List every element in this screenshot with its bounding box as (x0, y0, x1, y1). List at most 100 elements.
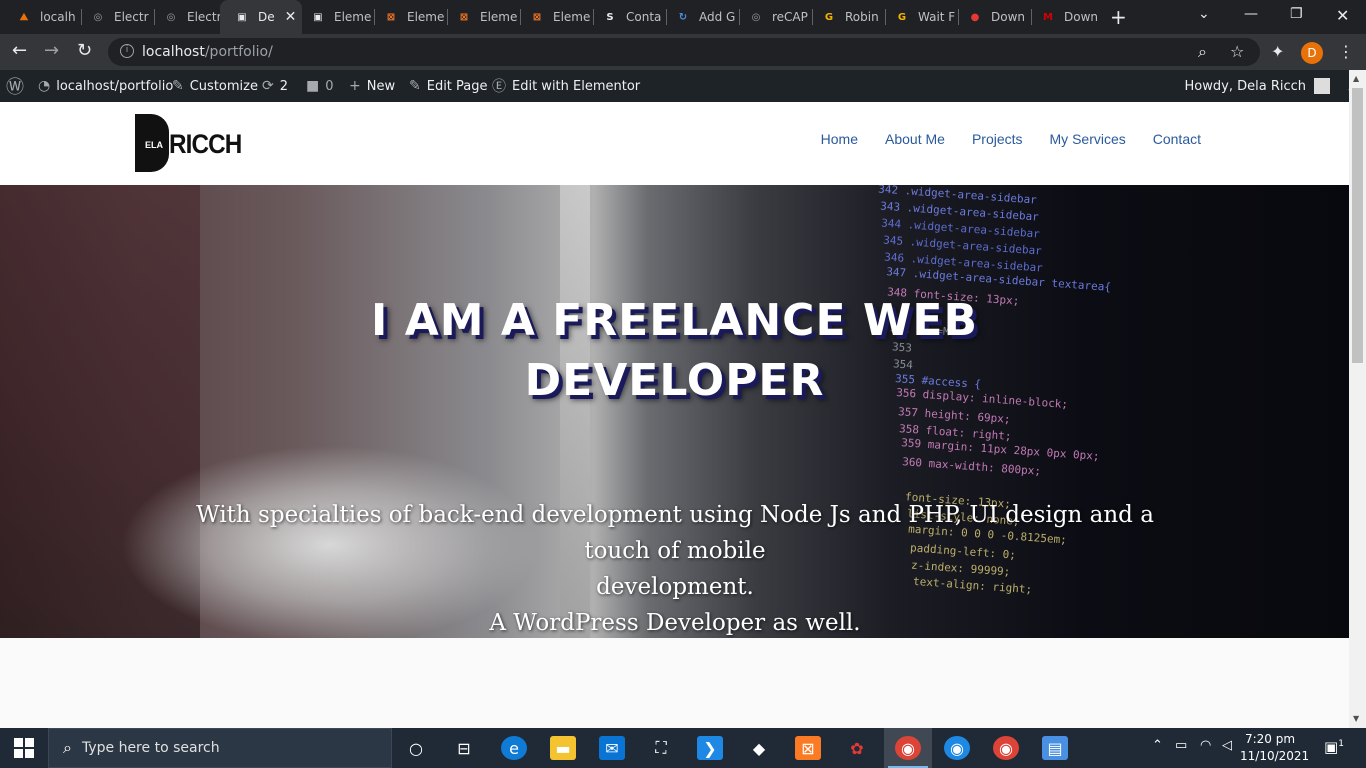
wp-user-avatar (1314, 78, 1330, 94)
browser-tab[interactable]: ◎ reCAP (740, 0, 813, 34)
tray-chevron-icon[interactable]: ⌃ (1152, 738, 1163, 753)
browser-tab[interactable]: ↻ Add G (667, 0, 740, 34)
wp-updates-link[interactable]: ⟳ 2 (262, 70, 288, 102)
browser-tab[interactable]: ⊠ Eleme (521, 0, 594, 34)
nav-contact[interactable]: Contact (1153, 131, 1201, 147)
browser-tab-label: De (258, 10, 275, 24)
browser-tab[interactable]: M Down (1032, 0, 1105, 34)
scroll-up-arrow-icon[interactable]: ▲ (1353, 74, 1359, 83)
browser-tab[interactable]: G Robin (813, 0, 886, 34)
browser-tab[interactable]: ⊠ Eleme (375, 0, 448, 34)
elementor-e-icon: Ⓔ (492, 79, 506, 95)
wp-site-label: localhost/portfolio (56, 78, 174, 94)
browser-tab[interactable]: S Conta (594, 0, 667, 34)
wp-new-link[interactable]: + New (349, 70, 395, 102)
wp-comments-count: 0 (325, 78, 334, 94)
site-info-icon[interactable]: i (120, 44, 134, 58)
back-icon[interactable]: ← (12, 40, 27, 61)
next-section (0, 638, 1349, 728)
nav-about-me[interactable]: About Me (885, 131, 945, 147)
reload-icon[interactable]: ↻ (77, 40, 92, 61)
comment-icon: ■ (306, 78, 320, 94)
wifi-icon[interactable]: ◠ (1200, 738, 1211, 753)
bookmark-star-icon[interactable]: ☆ (1230, 42, 1244, 61)
file-explorer-icon[interactable]: ▬ (550, 736, 576, 760)
address-bar[interactable]: i localhost/portfolio/ ⌕ ☆ (108, 38, 1260, 66)
wp-elementor-link[interactable]: Ⓔ Edit with Elementor (492, 70, 640, 102)
browser-tab-label: Eleme (553, 10, 591, 24)
hero-title: I AM A FREELANCE WEB DEVELOPER (0, 291, 1349, 411)
chrome-profile-icon[interactable]: ◉ (944, 736, 970, 760)
cpanel-icon: ⛰ (19, 11, 29, 23)
browser-tab[interactable]: ⊠ Eleme (448, 0, 521, 34)
system-clock[interactable]: 7:20 pm 11/10/2021 (1240, 731, 1309, 765)
browser-tab[interactable]: ◎ Electr (155, 0, 228, 34)
browser-tab-label: Down (991, 10, 1026, 24)
site-logo[interactable]: ELA RICCH (135, 114, 247, 172)
profile-avatar[interactable]: D (1301, 42, 1323, 64)
browser-tab[interactable]: ▣ De ✕ (220, 0, 302, 34)
volume-icon[interactable]: ◁ (1222, 738, 1232, 753)
edge-icon[interactable]: e (501, 736, 527, 760)
store-icon[interactable]: ⛶ (648, 736, 674, 760)
task-view-icon[interactable]: ⊟ (451, 736, 477, 760)
close-window-icon[interactable]: ✕ (1336, 6, 1349, 25)
close-tab-icon[interactable]: ✕ (285, 9, 297, 25)
app-icon-7[interactable]: ◆ (746, 736, 772, 760)
browser-tab[interactable]: ⛰ localh (8, 0, 82, 34)
cortana-icon[interactable]: ○ (403, 736, 429, 760)
browser-tab[interactable]: ▣ Eleme (302, 0, 375, 34)
chrome-icon[interactable]: ◉ (895, 736, 921, 760)
xampp-taskbar-icon[interactable]: ⊠ (795, 736, 821, 760)
g-icon: G (897, 11, 907, 23)
forward-icon[interactable]: → (44, 40, 59, 61)
wp-edit-page-link[interactable]: ✎ Edit Page (409, 70, 488, 102)
hero-title-line-1: I AM A FREELANCE WEB (371, 295, 978, 346)
browser-tab-label: Conta (626, 10, 662, 24)
scroll-down-arrow-icon[interactable]: ▼ (1353, 714, 1359, 723)
windows-start-icon[interactable] (14, 738, 34, 758)
browser-tab-label: reCAP (772, 10, 808, 24)
extensions-puzzle-icon[interactable]: ✦ (1271, 42, 1284, 61)
logo-ricch-text: RICCH (169, 129, 242, 159)
page-scrollbar[interactable]: ▲ ▼ (1349, 70, 1366, 728)
browser-tab[interactable]: G Wait F (886, 0, 959, 34)
app-icon-13[interactable]: ▤ (1042, 736, 1068, 760)
vscode-icon[interactable]: ❯ (697, 736, 723, 760)
app-icon-9[interactable]: ✿ (844, 736, 870, 760)
browser-tab[interactable]: ◎ Electr (82, 0, 155, 34)
nav-my-services[interactable]: My Services (1050, 131, 1126, 147)
taskbar-search-box[interactable]: ⌕ Type here to search (48, 728, 392, 768)
site-header: ELA RICCH Home About Me Projects My Serv… (0, 102, 1349, 185)
g-icon: G (824, 11, 834, 23)
nav-projects[interactable]: Projects (972, 131, 1023, 147)
wp-site-link[interactable]: ◔ localhost/portfolio (38, 70, 173, 102)
tab-search-icon[interactable]: ⌄ (1198, 6, 1210, 22)
new-tab-button[interactable]: + (1110, 5, 1127, 29)
wp-account-menu[interactable]: Howdy, Dela Ricch (1185, 70, 1330, 102)
nav-home[interactable]: Home (821, 131, 858, 147)
xampp-icon: ⊠ (386, 11, 396, 23)
logo-ela-text: ELA (145, 140, 163, 150)
browser-tab-label: Eleme (407, 10, 445, 24)
scroll-thumb[interactable] (1352, 88, 1363, 363)
zoom-search-icon[interactable]: ⌕ (1198, 42, 1207, 62)
browser-tab-strip: ⛰ localh ◎ Electr ◎ Electr ▣ De ✕ ▣ Eleme ⊠ Eleme ⊠ El… (0, 0, 1366, 34)
wordpress-logo-icon[interactable]: Ⓦ (6, 70, 24, 102)
wp-customize-link[interactable]: ✎ Customize (172, 70, 258, 102)
wp-comments-link[interactable]: ■ 0 (306, 70, 334, 102)
wp-customize-label: Customize (189, 78, 258, 94)
restore-icon[interactable]: ❐ (1290, 6, 1303, 22)
browser-tab-label: Robin (845, 10, 879, 24)
chrome-profile-2-icon[interactable]: ◉ (993, 736, 1019, 760)
menu-kebab-icon[interactable]: ⋮ (1338, 42, 1354, 61)
minimize-icon[interactable]: — (1244, 6, 1258, 22)
updates-icon: ⟳ (262, 78, 274, 94)
wp-admin-bar: Ⓦ ◔ localhost/portfolio ✎ Customize ⟳ 2 ■ 0 … (0, 70, 1366, 102)
mail-icon[interactable]: ✉ (599, 736, 625, 760)
notification-icon[interactable]: ▣1 (1324, 738, 1344, 756)
browser-tab-label: Eleme (480, 10, 518, 24)
browser-tab[interactable]: ● Down (959, 0, 1032, 34)
url-path: /portfolio/ (204, 44, 273, 60)
battery-icon[interactable]: ▭ (1175, 738, 1187, 753)
